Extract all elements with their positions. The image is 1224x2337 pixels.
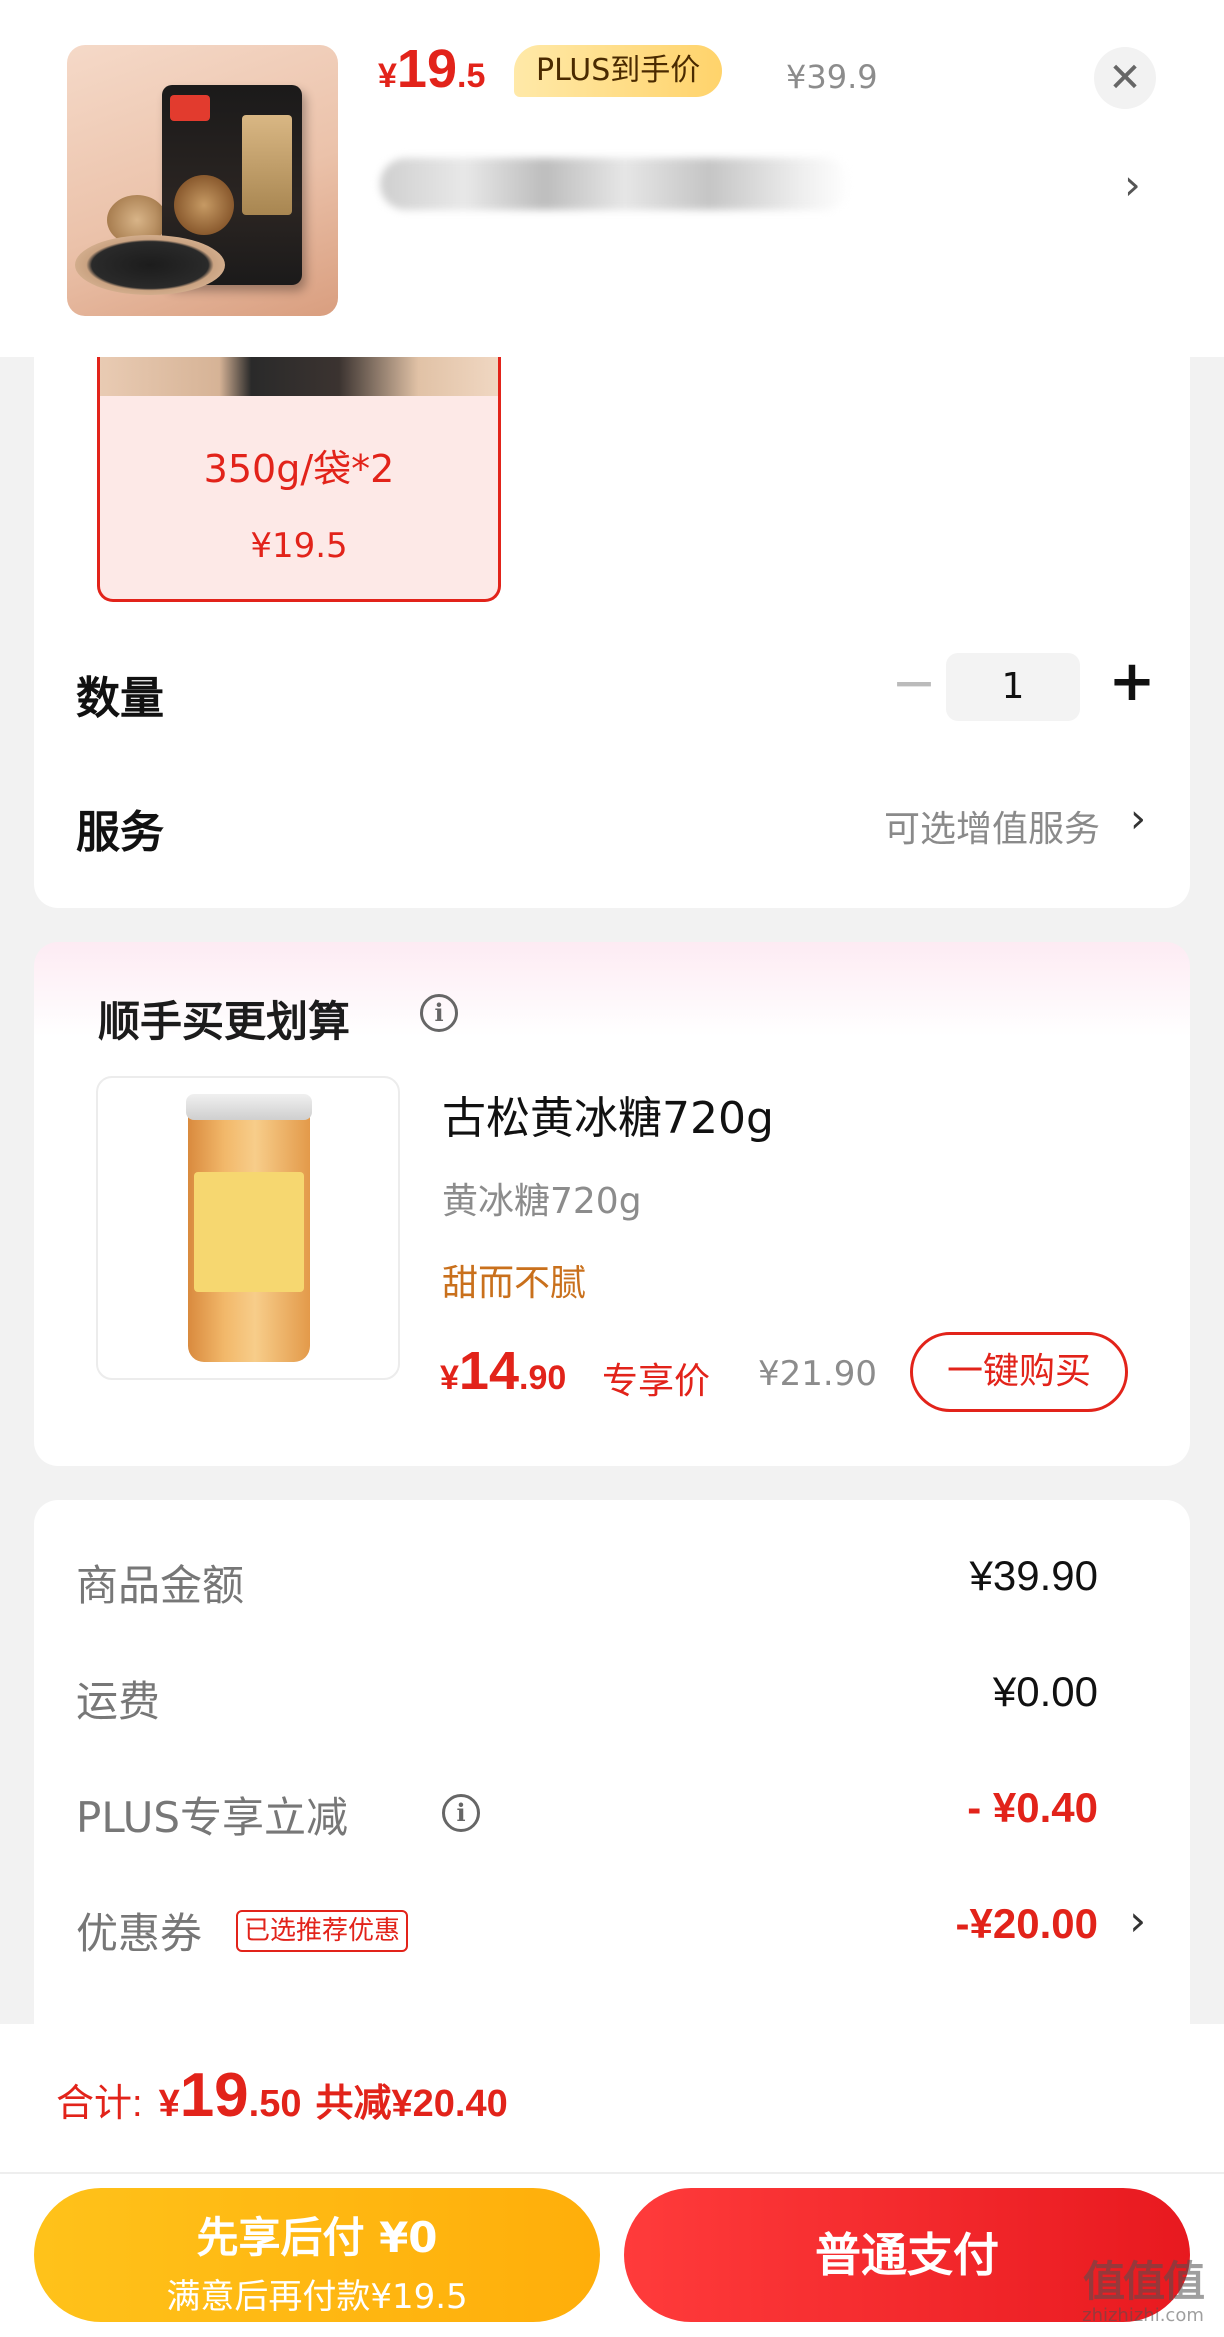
plus-discount-label: PLUS专享立减 xyxy=(76,1793,349,1842)
sku-option-name: 350g/袋*2 xyxy=(203,447,395,491)
service-label: 服务 xyxy=(76,807,164,858)
addon-price-integer: 14 xyxy=(458,1341,519,1401)
quantity-label: 数量 xyxy=(76,673,164,724)
product-header: ¥19.5 PLUS到手价 ¥39.9 ✕ › xyxy=(0,0,1224,357)
original-price: ¥39.9 xyxy=(786,58,878,96)
freight-row: 运费 ¥0.00 xyxy=(76,1668,1098,1728)
addon-card: 顺手买更划算 i 古松黄冰糖720g 黄冰糖720g 甜而不腻 ¥14.90 专… xyxy=(34,942,1190,1466)
addon-product-name[interactable]: 古松黄冰糖720g xyxy=(442,1082,774,1146)
price-symbol: ¥ xyxy=(378,57,397,95)
sku-option-selected[interactable]: 350g/袋*2 ¥19.5 xyxy=(97,340,501,602)
checkout-sheet: ¥19.5 PLUS到手价 ¥39.9 ✕ › 350g/袋*2 ¥19.5 数… xyxy=(0,0,1224,2337)
service-option-link[interactable]: 可选增值服务 xyxy=(884,800,1100,852)
addon-price-symbol: ¥ xyxy=(440,1359,459,1397)
price-integer: 19 xyxy=(396,39,457,99)
info-icon[interactable]: i xyxy=(420,994,458,1032)
quantity-input[interactable]: 1 xyxy=(946,653,1080,721)
plus-discount-row: PLUS专享立减 i - ¥0.40 xyxy=(76,1784,1098,1844)
current-price: ¥19.5 xyxy=(378,38,485,100)
chevron-right-icon[interactable]: › xyxy=(1130,796,1146,842)
addon-price-decimal: .90 xyxy=(519,1359,567,1397)
total-decimal: .50 xyxy=(248,2083,302,2125)
jar-lid xyxy=(186,1094,312,1120)
addon-price: ¥14.90 xyxy=(440,1340,566,1402)
addon-product-spec: 黄冰糖720g xyxy=(442,1181,642,1222)
one-click-buy-button[interactable]: 一键购买 xyxy=(910,1332,1128,1412)
watermark-logo: 值值值 xyxy=(1082,2257,1205,2306)
coupon-label: 优惠券 xyxy=(76,1909,203,1958)
plus-discount-value: - ¥0.40 xyxy=(967,1784,1098,1831)
chevron-right-icon[interactable]: › xyxy=(1129,1896,1146,1945)
info-icon[interactable]: i xyxy=(442,1794,480,1832)
close-button[interactable]: ✕ xyxy=(1094,47,1156,109)
addon-product-image[interactable] xyxy=(96,1076,400,1380)
total-saved: 共减¥20.40 xyxy=(315,2083,508,2125)
close-icon: ✕ xyxy=(1108,55,1142,101)
quantity-plus-button[interactable]: + xyxy=(1102,644,1162,720)
coupon-value: -¥20.00 xyxy=(955,1900,1098,1947)
total-integer: 19 xyxy=(179,2061,249,2130)
product-thumbnail[interactable] xyxy=(67,45,338,316)
delivery-address-blurred[interactable] xyxy=(380,158,850,210)
package-title-panel xyxy=(242,115,292,215)
coupon-recommended-badge: 已选推荐优惠 xyxy=(236,1910,409,1952)
total-label: 合计: xyxy=(56,2083,143,2125)
checkout-bottom-bar: 合计: ¥19.50 共减¥20.40 先享后付 ¥0 满意后再付款¥19.5 普通… xyxy=(0,2024,1224,2337)
sku-option-price: ¥19.5 xyxy=(250,526,348,566)
price-summary-card: 商品金额 ¥39.90 运费 ¥0.00 PLUS专享立减 i - ¥0.40 … xyxy=(34,1500,1190,2100)
goods-amount-value: ¥39.90 xyxy=(969,1552,1098,1599)
quantity-minus-button[interactable]: − xyxy=(884,648,944,718)
coupon-row[interactable]: 优惠券 已选推荐优惠 -¥20.00 xyxy=(76,1900,1098,1960)
spec-card: 350g/袋*2 ¥19.5 数量 − 1 + 服务 可选增值服务 › xyxy=(34,300,1190,908)
freight-label: 运费 xyxy=(76,1677,161,1726)
watermark-url: zhizhizhi.com xyxy=(1082,2305,1204,2326)
sugar-jar-image xyxy=(186,1094,312,1362)
goods-amount-label: 商品金额 xyxy=(76,1561,245,1610)
brand-logo xyxy=(170,95,210,121)
package-nut-image xyxy=(174,175,234,235)
freight-value: ¥0.00 xyxy=(992,1668,1098,1715)
divider xyxy=(0,2172,1224,2174)
goods-amount-row: 商品金额 ¥39.90 xyxy=(76,1552,1098,1612)
jar-label xyxy=(194,1172,304,1292)
addon-original-price: ¥21.90 xyxy=(758,1354,877,1394)
addon-exclusive-price-tag: 专享价 xyxy=(602,1361,711,1402)
addon-product-tagline: 甜而不腻 xyxy=(442,1263,587,1304)
total-line: 合计: ¥19.50 共减¥20.40 xyxy=(56,2060,508,2131)
plus-price-tag: PLUS到手价 xyxy=(514,45,723,97)
chevron-right-icon[interactable]: › xyxy=(1124,160,1141,209)
pay-later-button[interactable]: 先享后付 ¥0 满意后再付款¥19.5 xyxy=(34,2188,600,2322)
site-watermark: 值值值 zhizhizhi.com xyxy=(1068,2248,1218,2328)
addon-title: 顺手买更划算 xyxy=(98,997,351,1046)
pay-later-subtitle: 满意后再付款¥19.5 xyxy=(166,2277,468,2317)
black-sesame-plate xyxy=(75,235,225,295)
pay-later-title: 先享后付 ¥0 xyxy=(196,2213,438,2262)
jar-brand-mark xyxy=(224,1186,276,1238)
total-symbol: ¥ xyxy=(158,2083,180,2125)
price-decimal: .5 xyxy=(457,57,486,95)
